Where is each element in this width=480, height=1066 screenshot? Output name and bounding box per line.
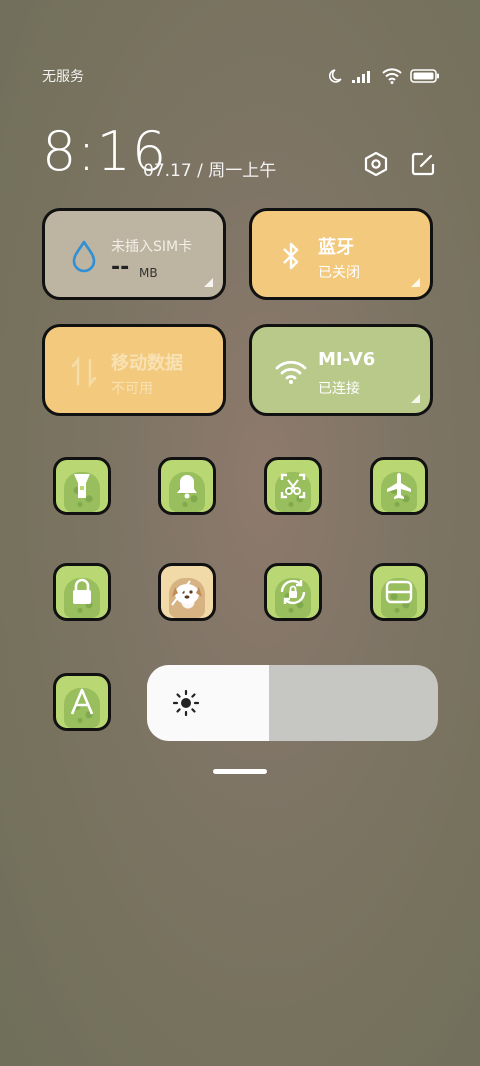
- signal-icon: [352, 71, 370, 83]
- bluetooth-icon: [274, 239, 308, 273]
- settings-button[interactable]: [362, 150, 390, 178]
- lock-icon: [73, 578, 91, 604]
- flashlight-toggle[interactable]: [53, 457, 111, 515]
- airplane-icon: [387, 473, 411, 499]
- wifi-status: 已连接: [318, 381, 360, 397]
- wifi-tile[interactable]: MI-V6 已连接: [249, 324, 433, 416]
- wifi-tile-icon: [274, 355, 308, 389]
- reading-mode-toggle[interactable]: [370, 563, 428, 621]
- clock-date: 07.17 / 周一上午: [143, 161, 277, 181]
- sun-icon: [173, 690, 199, 716]
- silent-toggle[interactable]: [158, 457, 216, 515]
- water-drop-icon: [67, 239, 101, 273]
- rotation-lock-toggle[interactable]: [264, 563, 322, 621]
- bluetooth-status: 已关闭: [318, 265, 360, 281]
- reading-mode-icon: [385, 580, 413, 604]
- flashlight-icon: [74, 474, 90, 498]
- bluetooth-title: 蓝牙: [318, 237, 354, 258]
- mobile-data-icon: [67, 355, 101, 389]
- battery-icon: [410, 69, 439, 83]
- airplane-mode-toggle[interactable]: [370, 457, 428, 515]
- brightness-fill: [147, 665, 270, 741]
- data-usage-value: --: [111, 255, 130, 280]
- data-usage-tile[interactable]: 未插入SIM卡 -- MB: [42, 208, 226, 300]
- wifi-network-name: MI-V6: [318, 349, 376, 370]
- auto-brightness-toggle[interactable]: [53, 673, 111, 731]
- screenshot-icon: [280, 473, 306, 499]
- rotation-lock-icon: [280, 579, 306, 605]
- dog-sticker-icon: [171, 580, 202, 606]
- moon-icon: [329, 69, 342, 83]
- mobile-data-title: 移动数据: [111, 353, 183, 374]
- bell-icon: [177, 475, 197, 499]
- auto-brightness-icon: [70, 688, 94, 715]
- data-usage-unit: MB: [139, 266, 158, 280]
- mobile-data-tile[interactable]: 移动数据 不可用: [42, 324, 226, 416]
- dog-theme-toggle[interactable]: [158, 563, 216, 621]
- screenshot-toggle[interactable]: [264, 457, 322, 515]
- settings-icon: [364, 151, 388, 177]
- bluetooth-tile[interactable]: 蓝牙 已关闭: [249, 208, 433, 300]
- brightness-slider[interactable]: [147, 665, 438, 741]
- edit-button[interactable]: [409, 150, 437, 178]
- edit-icon: [411, 152, 435, 176]
- expand-corner: [411, 278, 420, 287]
- mobile-data-status: 不可用: [111, 381, 153, 397]
- wifi-icon: [382, 68, 402, 84]
- data-usage-title: 未插入SIM卡: [111, 239, 193, 255]
- expand-corner: [411, 394, 420, 403]
- panel-drag-handle[interactable]: [213, 769, 267, 774]
- carrier-status: 无服务: [42, 69, 84, 85]
- expand-corner: [204, 278, 213, 287]
- status-icons: [328, 66, 440, 86]
- lock-screen-toggle[interactable]: [53, 563, 111, 621]
